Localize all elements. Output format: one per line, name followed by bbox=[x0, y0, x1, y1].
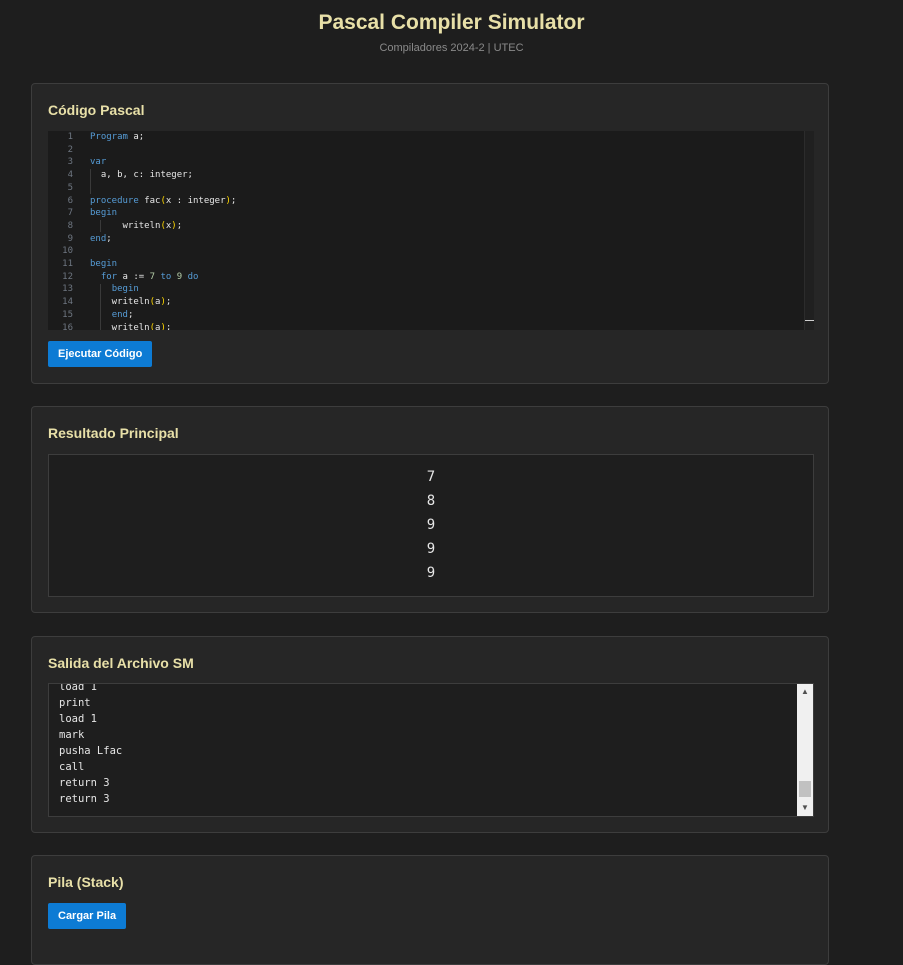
code-text: writeln(a); bbox=[90, 297, 172, 308]
sm-line: return 3 bbox=[59, 793, 110, 805]
load-stack-button[interactable]: Cargar Pila bbox=[48, 903, 127, 929]
editor-scrollbar[interactable] bbox=[804, 131, 814, 330]
sm-line: load 1 bbox=[59, 683, 97, 693]
result-value: 7 bbox=[426, 469, 436, 485]
page-title: Pascal Compiler Simulator bbox=[318, 11, 585, 34]
result-value: 9 bbox=[426, 541, 436, 557]
result-output: 7 8 9 9 9 bbox=[48, 454, 814, 597]
line-number: 2 bbox=[67, 144, 73, 155]
sm-scrollbar[interactable]: ▲ ▼ bbox=[797, 684, 813, 816]
indent-guide bbox=[100, 220, 101, 232]
code-text: var bbox=[90, 157, 107, 168]
sm-line: load 1 bbox=[59, 713, 97, 725]
code-text: begin bbox=[90, 208, 118, 219]
scroll-down-icon[interactable]: ▼ bbox=[797, 801, 813, 815]
line-number: 8 bbox=[67, 220, 73, 231]
sm-card-title: Salida del Archivo SM bbox=[48, 655, 194, 671]
code-text: procedure fac(x : integer); bbox=[90, 195, 237, 206]
sm-line: call bbox=[59, 761, 85, 773]
line-number: 10 bbox=[62, 246, 73, 257]
code-editor[interactable]: 1 Program a; 2 3 var 4 a, b, c: integer; 5 6 pro… bbox=[48, 131, 814, 330]
line-number: 14 bbox=[62, 297, 73, 308]
scroll-position-marker bbox=[805, 320, 814, 321]
result-value: 8 bbox=[426, 493, 436, 509]
run-code-button[interactable]: Ejecutar Código bbox=[48, 341, 153, 367]
line-number: 5 bbox=[67, 182, 73, 193]
indent-guide bbox=[100, 284, 101, 330]
line-number: 9 bbox=[67, 233, 73, 244]
line-number: 15 bbox=[62, 309, 73, 320]
sm-card: Salida del Archivo SM load 1 print load … bbox=[31, 636, 829, 833]
line-number: 11 bbox=[62, 259, 73, 269]
indent-guide bbox=[90, 169, 91, 194]
stack-card-title: Pila (Stack) bbox=[48, 874, 124, 890]
result-card: Resultado Principal 7 8 9 9 9 bbox=[31, 406, 829, 613]
code-text: a, b, c: integer; bbox=[90, 170, 193, 181]
code-text: end; bbox=[90, 233, 112, 244]
line-number: 1 bbox=[67, 132, 73, 142]
line-number: 6 bbox=[67, 195, 73, 206]
result-value: 9 bbox=[426, 565, 436, 581]
stack-card: Pila (Stack) Cargar Pila bbox=[31, 855, 829, 965]
line-number: 16 bbox=[62, 322, 73, 331]
sm-line: pusha Lfac bbox=[59, 745, 123, 757]
code-text: begin bbox=[90, 259, 118, 269]
code-card: Código Pascal 1 Program a; 2 3 var 4 a, b, c:… bbox=[31, 83, 829, 384]
line-number: 4 bbox=[67, 170, 73, 181]
code-text: for a := 7 to 9 do bbox=[100, 271, 199, 282]
sm-line: return 3 bbox=[59, 777, 110, 789]
sm-output[interactable]: load 1 print load 1 mark pusha Lfac call… bbox=[48, 683, 814, 817]
scrollbar-thumb[interactable] bbox=[799, 781, 811, 797]
code-text: end; bbox=[111, 309, 134, 320]
code-card-title: Código Pascal bbox=[48, 102, 145, 118]
line-number: 12 bbox=[62, 271, 73, 282]
scroll-up-icon[interactable]: ▲ bbox=[797, 685, 813, 699]
code-text: writeln(a); bbox=[90, 322, 172, 331]
code-text: begin bbox=[111, 284, 139, 295]
sm-line: print bbox=[59, 697, 91, 709]
page-header: Pascal Compiler Simulator Compiladores 2… bbox=[0, 0, 903, 54]
result-card-title: Resultado Principal bbox=[48, 425, 179, 441]
code-text: Program a; bbox=[90, 132, 145, 142]
line-number: 7 bbox=[67, 208, 73, 219]
sm-line: mark bbox=[59, 729, 85, 741]
code-text: writeln(x); bbox=[90, 220, 183, 231]
line-number: 3 bbox=[67, 157, 73, 168]
result-value: 9 bbox=[426, 517, 436, 533]
line-number: 13 bbox=[62, 284, 73, 295]
page-subtitle: Compiladores 2024-2 | UTEC bbox=[379, 42, 524, 54]
